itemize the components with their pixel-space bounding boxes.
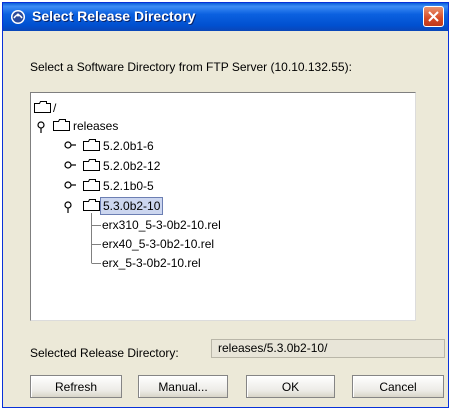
tree-node-file[interactable]: erx310_5-3-0b2-10.rel [102,217,221,233]
cancel-button[interactable]: Cancel [352,375,444,398]
folder-icon [83,139,100,151]
select-release-directory-dialog: Select Release Directory Select a Softwa… [2,2,449,408]
directory-tree[interactable]: / releases 5.2.0b1-6 5.2.0b2-12 5.2.1b0-… [30,92,416,321]
folder-icon [83,179,100,191]
close-icon [428,11,439,22]
selected-directory-field: releases/5.3.0b2-10/ [211,339,445,358]
manual-button[interactable]: Manual... [138,375,228,398]
title-bar[interactable]: Select Release Directory [3,3,448,31]
window-title: Select Release Directory [32,8,196,24]
tree-node-dir[interactable]: 5.2.0b2-12 [103,158,160,174]
tree-node-dir[interactable]: 5.2.1b0-5 [103,178,154,194]
ok-button[interactable]: OK [246,375,335,398]
selected-directory-label: Selected Release Directory: [30,346,179,360]
refresh-button[interactable]: Refresh [30,375,122,398]
folder-icon [83,159,100,171]
app-icon [10,9,26,25]
folder-icon [83,199,100,211]
tree-node-root[interactable]: / [53,100,56,116]
instruction-text: Select a Software Directory from FTP Ser… [30,60,352,74]
tree-node-dir-selected[interactable]: 5.3.0b2-10 [100,197,164,215]
close-button[interactable] [423,6,444,27]
tree-node-releases[interactable]: releases [73,118,118,134]
tree-node-file[interactable]: erx_5-3-0b2-10.rel [102,255,201,271]
tree-node-file[interactable]: erx40_5-3-0b2-10.rel [102,236,214,252]
folder-icon [53,119,70,131]
folder-icon [34,101,51,113]
tree-node-dir[interactable]: 5.2.0b1-6 [103,138,154,154]
